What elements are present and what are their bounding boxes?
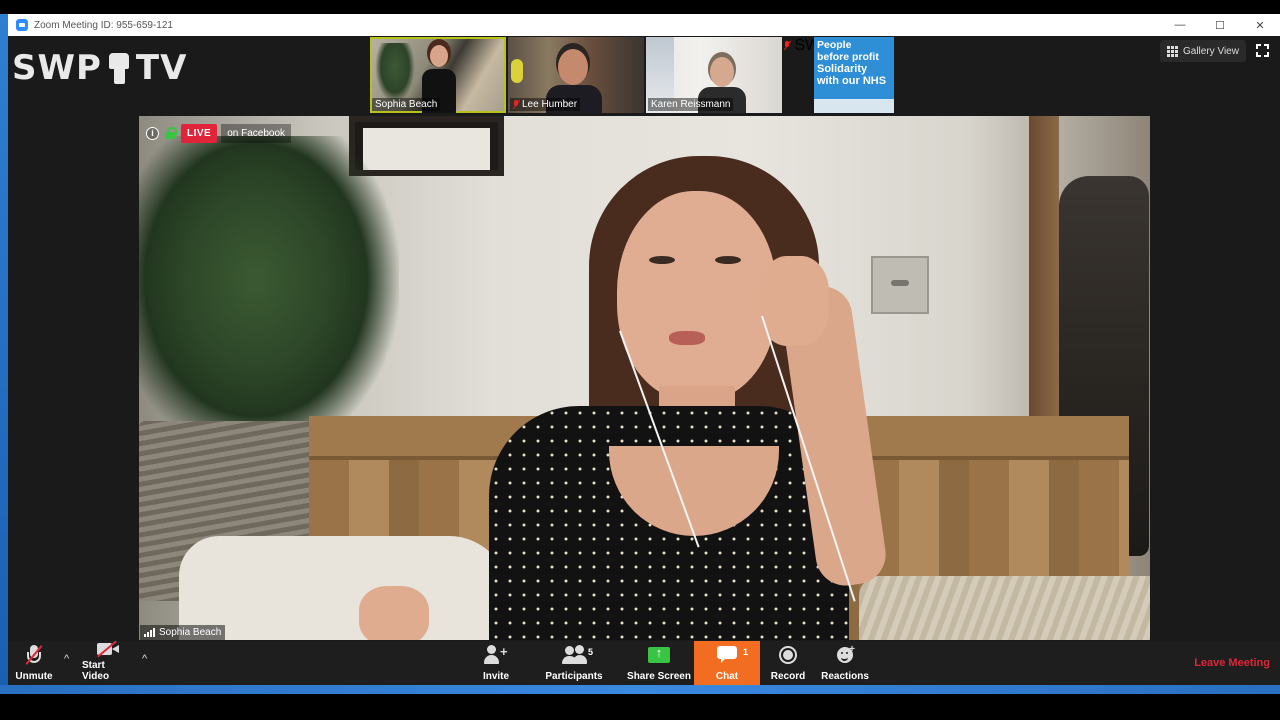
speaker-hand xyxy=(359,586,429,640)
record-icon xyxy=(779,646,797,664)
thumbnail-sophia-beach[interactable]: Sophia Beach xyxy=(370,37,506,113)
chat-label: Chat xyxy=(715,671,739,682)
maximize-button[interactable]: ☐ xyxy=(1200,14,1240,36)
zoom-window: Zoom Meeting ID: 955-659-121 — ☐ ✕ SWP T… xyxy=(0,0,1280,720)
desktop-edge xyxy=(0,14,8,694)
close-button[interactable]: ✕ xyxy=(1240,14,1280,36)
share-screen-label: Share Screen xyxy=(627,671,691,682)
thumbnail-swp-zoom[interactable]: People before profit Solidarity with our… xyxy=(784,37,920,113)
participant-video xyxy=(558,49,588,85)
logo-text-left: SWP xyxy=(12,48,102,88)
grid-icon xyxy=(1167,45,1178,57)
poster-line-4: with our NHS xyxy=(817,75,887,87)
thumbnail-name-tag: Sophia Beach xyxy=(372,98,441,111)
fullscreen-icon[interactable] xyxy=(1256,44,1269,57)
thumbnail-name-tag: Karen Reissmann xyxy=(648,98,734,111)
live-badge[interactable]: LIVE xyxy=(181,123,218,143)
muted-mic-icon xyxy=(784,41,790,50)
participants-icon xyxy=(561,645,587,665)
invite-label: Invite xyxy=(482,671,510,682)
lock-icon[interactable] xyxy=(165,127,177,139)
thumbnail-name-tag: Lee Humber xyxy=(510,98,581,111)
speaker-person xyxy=(469,146,939,640)
chat-button[interactable]: Chat xyxy=(694,641,760,685)
participants-button[interactable]: Participants xyxy=(545,641,603,685)
participant-thumbnails: Sophia Beach Lee Humber Karen Reissmann … xyxy=(370,37,920,113)
live-platform: on Facebook xyxy=(221,123,292,143)
add-person-icon: + xyxy=(484,645,508,665)
record-label: Record xyxy=(770,671,806,682)
chat-unread-count: 1 xyxy=(743,647,749,657)
live-indicator: i LIVE on Facebook xyxy=(146,123,292,143)
desktop-taskbar xyxy=(0,685,1280,694)
reactions-button[interactable]: + Reactions xyxy=(820,641,870,685)
window-controls: — ☐ ✕ xyxy=(1160,14,1280,36)
audio-options-chevron-icon[interactable]: ^ xyxy=(64,653,69,665)
chat-bubble-icon xyxy=(717,646,737,664)
logo-text-right: TV xyxy=(135,48,188,88)
muted-mic-icon xyxy=(513,100,519,109)
poster-line-2: before profit xyxy=(817,51,879,63)
meeting-toolbar: Unmute ^ Start Video ^ + Invite Particip… xyxy=(8,640,1280,685)
participant-name: Sophia Beach xyxy=(375,99,438,110)
swp-tv-logo: SWP TV xyxy=(12,48,187,88)
participants-count: 5 xyxy=(588,647,594,657)
gallery-view-button[interactable]: Gallery View xyxy=(1160,40,1246,62)
signal-strength-icon xyxy=(144,628,155,637)
smiley-icon: + xyxy=(837,644,855,663)
thumbnail-lee-humber[interactable]: Lee Humber xyxy=(508,37,644,113)
video-off-icon xyxy=(97,640,119,657)
muted-microphone-icon xyxy=(25,645,43,665)
share-screen-button[interactable]: Share Screen xyxy=(627,641,691,685)
record-button[interactable]: Record xyxy=(768,641,808,685)
plant xyxy=(139,136,399,456)
share-screen-icon xyxy=(648,645,670,663)
participant-video xyxy=(710,57,734,87)
title-bar: Zoom Meeting ID: 955-659-121 — ☐ ✕ xyxy=(8,14,1280,36)
invite-button[interactable]: + Invite xyxy=(478,641,514,685)
flowers-image xyxy=(511,59,523,83)
participants-label: Participants xyxy=(545,671,603,682)
unmute-button[interactable]: Unmute xyxy=(14,641,54,685)
participant-name: Lee Humber xyxy=(522,99,578,110)
pillow xyxy=(179,536,509,640)
window-title: Zoom Meeting ID: 955-659-121 xyxy=(34,19,173,31)
thumbnail-karen-reissmann[interactable]: Karen Reissmann xyxy=(646,37,782,113)
gallery-view-label: Gallery View xyxy=(1183,45,1239,57)
reactions-label: Reactions xyxy=(821,671,869,682)
main-speaker-name: Sophia Beach xyxy=(159,627,222,638)
main-speaker-video xyxy=(139,116,1150,640)
main-speaker-name-tag: Sophia Beach xyxy=(140,625,226,640)
plant-image xyxy=(375,43,415,103)
nhs-poster: People before profit Solidarity with our… xyxy=(814,37,894,113)
zoom-app-icon xyxy=(16,19,28,31)
info-icon[interactable]: i xyxy=(146,126,159,140)
start-video-button[interactable]: Start Video xyxy=(82,640,134,685)
start-video-label: Start Video xyxy=(82,660,110,682)
video-options-chevron-icon[interactable]: ^ xyxy=(142,653,147,665)
minimize-button[interactable]: — xyxy=(1160,14,1200,36)
participant-name: Karen Reissmann xyxy=(651,99,731,110)
poster-line-3: Solidarity xyxy=(817,63,868,75)
unmute-label: Unmute xyxy=(15,671,53,682)
poster-line-1: People xyxy=(817,39,852,51)
leave-meeting-button[interactable]: Leave Meeting xyxy=(1194,657,1270,669)
fist-icon xyxy=(106,51,132,85)
